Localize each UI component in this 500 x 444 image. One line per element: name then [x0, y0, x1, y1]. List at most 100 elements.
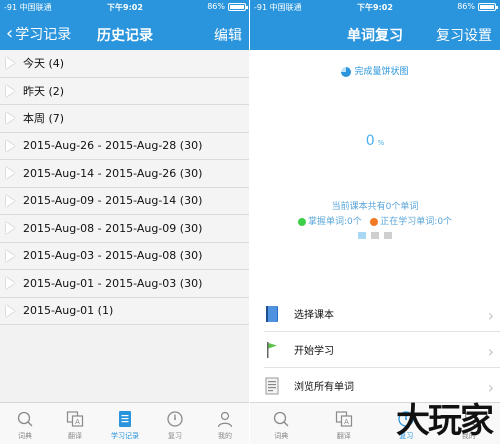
chevron-right-icon: ›: [487, 306, 494, 325]
select-textbook-item[interactable]: 选择课本 ›: [264, 296, 500, 332]
learning-dot-icon: [370, 217, 379, 226]
tab-search[interactable]: 词典: [0, 403, 50, 444]
page-title: 历史记录: [97, 28, 153, 44]
tab-bar: 词典 A 翻译 学习记录 复习 我的: [0, 402, 250, 444]
disclosure-triangle-icon: [6, 249, 15, 262]
svg-text:A: A: [75, 419, 80, 426]
percent-value: 0: [365, 133, 375, 149]
percent-unit: %: [377, 139, 385, 147]
history-row[interactable]: 2015-Aug-14 - 2015-Aug-26 (30): [0, 160, 250, 188]
review-settings-button[interactable]: 复习设置: [436, 25, 492, 45]
header: -91 中国联通 下午9:02 86% ‹ 学习记录 历史记录 编辑: [0, 0, 250, 50]
history-row-label: 2015-Aug-01 (1): [23, 304, 114, 318]
history-row-label: 2015-Aug-01 - 2015-Aug-03 (30): [23, 276, 203, 290]
history-row-label: 2015-Aug-08 - 2015-Aug-09 (30): [23, 221, 203, 235]
mastered-label: 掌握单词:0个: [307, 217, 362, 227]
mastered-dot-icon: [297, 217, 306, 226]
review-screen: -91 中国联通 下午9:02 86% 单词复习 复习设置 完成量饼状图 0% …: [250, 0, 500, 444]
translate-icon: A: [66, 410, 84, 428]
history-screen: -91 中国联通 下午9:02 86% ‹ 学习记录 历史记录 编辑 今天 (4…: [0, 0, 250, 444]
tab-translate[interactable]: A 翻译: [50, 403, 100, 444]
disclosure-triangle-icon: [6, 304, 15, 317]
disclosure-triangle-icon: [6, 84, 15, 97]
completion-percent: 0%: [250, 133, 500, 149]
battery-percent: 86%: [457, 2, 475, 11]
tab-label: 翻译: [336, 432, 351, 440]
start-learning-item[interactable]: 开始学习 ›: [264, 332, 500, 368]
history-row-label: 2015-Aug-26 - 2015-Aug-28 (30): [23, 139, 203, 153]
disclosure-triangle-icon: [6, 222, 15, 235]
history-row[interactable]: 昨天 (2): [0, 77, 250, 105]
pie-chart-icon: [341, 66, 352, 77]
page-dot-active[interactable]: [358, 232, 366, 239]
disclosure-triangle-icon: [6, 167, 15, 180]
tab-label: 翻译: [68, 432, 82, 440]
chart-title-text: 完成量饼状图: [354, 67, 409, 77]
tab-label: 词典: [274, 432, 289, 440]
battery-area: 86%: [457, 2, 498, 11]
status-bar: -91 中国联通 下午9:02 86%: [0, 2, 250, 16]
chevron-right-icon: ›: [487, 342, 494, 361]
battery-percent: 86%: [207, 2, 225, 11]
search-icon: [272, 410, 290, 428]
book-icon: [264, 305, 280, 323]
disclosure-triangle-icon: [6, 139, 15, 152]
tab-label: 学习记录: [111, 432, 139, 440]
status-bar: -91 中国联通 下午9:02 86%: [250, 2, 500, 16]
review-menu: 选择课本 › 开始学习 › 浏览所有单词 ›: [264, 296, 500, 404]
menu-label: 浏览所有单词: [294, 382, 354, 393]
history-row[interactable]: 2015-Aug-01 - 2015-Aug-03 (30): [0, 270, 250, 298]
tab-label: 复习: [168, 432, 182, 440]
tab-translate[interactable]: A 翻译: [313, 403, 376, 444]
watermark: 大玩家: [396, 401, 494, 441]
chart-legend: 掌握单词:0个 正在学习单词:0个: [250, 214, 500, 227]
document-icon: [116, 410, 134, 428]
tab-search[interactable]: 词典: [250, 403, 313, 444]
page-dot[interactable]: [384, 232, 392, 239]
history-row[interactable]: 今天 (4): [0, 50, 250, 78]
history-row[interactable]: 2015-Aug-03 - 2015-Aug-08 (30): [0, 242, 250, 270]
tab-label: 词典: [18, 432, 32, 440]
menu-label: 选择课本: [294, 310, 334, 321]
battery-icon: [478, 2, 498, 11]
disclosure-triangle-icon: [6, 277, 15, 290]
disclosure-triangle-icon: [6, 112, 15, 125]
tab-clock[interactable]: 复习: [150, 403, 200, 444]
battery-icon: [228, 2, 248, 11]
edit-button[interactable]: 编辑: [214, 25, 242, 45]
history-row[interactable]: 2015-Aug-01 (1): [0, 297, 250, 325]
history-row-label: 本周 (7): [23, 112, 65, 126]
battery-area: 86%: [207, 2, 248, 11]
person-icon: [216, 410, 234, 428]
learning-label: 正在学习单词:0个: [380, 217, 453, 227]
history-row[interactable]: 2015-Aug-08 - 2015-Aug-09 (30): [0, 215, 250, 243]
translate-icon: A: [335, 410, 353, 428]
history-row[interactable]: 本周 (7): [0, 105, 250, 133]
list-icon: [264, 377, 280, 395]
history-row-label: 昨天 (2): [23, 84, 65, 98]
flag-icon: [264, 341, 280, 359]
history-row[interactable]: 2015-Aug-09 - 2015-Aug-14 (30): [0, 187, 250, 215]
history-list: 今天 (4) 昨天 (2) 本周 (7) 2015-Aug-26 - 2015-Aug…: [0, 50, 250, 325]
clock-icon: [166, 410, 184, 428]
tab-person[interactable]: 我的: [200, 403, 250, 444]
header: -91 中国联通 下午9:02 86% 单词复习 复习设置: [250, 0, 500, 50]
history-row[interactable]: 2015-Aug-26 - 2015-Aug-28 (30): [0, 132, 250, 160]
chart-title: 完成量饼状图: [250, 64, 500, 77]
history-row-label: 2015-Aug-14 - 2015-Aug-26 (30): [23, 166, 203, 180]
nav-bar: ‹ 学习记录 历史记录 编辑: [0, 20, 250, 48]
tab-document[interactable]: 学习记录: [100, 403, 150, 444]
tab-label: 我的: [218, 432, 232, 440]
disclosure-triangle-icon: [6, 194, 15, 207]
history-row-label: 今天 (4): [23, 57, 65, 71]
menu-label: 开始学习: [294, 346, 334, 357]
history-row-label: 2015-Aug-03 - 2015-Aug-08 (30): [23, 249, 203, 263]
page-dot[interactable]: [371, 232, 379, 239]
search-icon: [16, 410, 34, 428]
disclosure-triangle-icon: [6, 57, 15, 70]
nav-bar: 单词复习 复习设置: [250, 20, 500, 48]
svg-text:A: A: [344, 419, 349, 426]
page-indicator[interactable]: [250, 232, 500, 239]
word-count-summary: 当前课本共有0个单词: [331, 202, 419, 212]
history-row-label: 2015-Aug-09 - 2015-Aug-14 (30): [23, 194, 203, 208]
